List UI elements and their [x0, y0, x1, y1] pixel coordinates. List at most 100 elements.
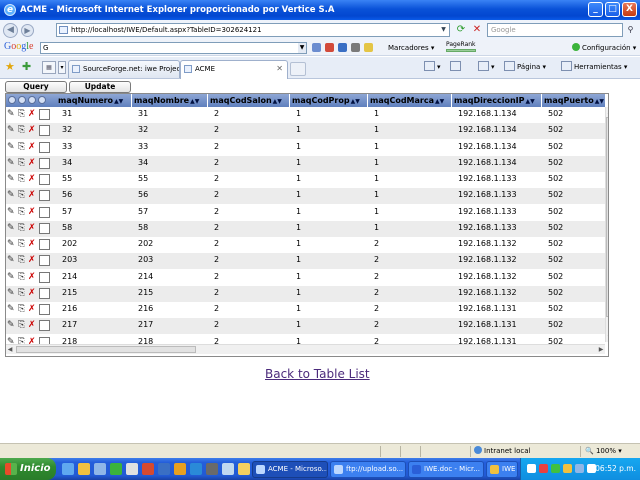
- quicklaunch-app-icon[interactable]: [142, 463, 154, 475]
- column-header[interactable]: maqCodSalon▲▼: [208, 94, 290, 107]
- search-icon[interactable]: ⚲: [625, 24, 636, 35]
- news-icon[interactable]: [325, 43, 334, 52]
- quick-tabs-icon[interactable]: ▦: [42, 61, 56, 74]
- home-button[interactable]: ▾: [424, 61, 441, 74]
- row-checkbox[interactable]: [39, 141, 50, 153]
- delete-icon[interactable]: ✗: [28, 288, 38, 299]
- delete-icon[interactable]: ✗: [28, 239, 38, 250]
- stop-icon[interactable]: ✕: [471, 24, 483, 36]
- taskbar-item-iwe[interactable]: IWE: [486, 461, 518, 478]
- new-row-icon[interactable]: [38, 96, 46, 104]
- refresh-icon[interactable]: [28, 96, 36, 104]
- tray-icon[interactable]: [551, 464, 560, 473]
- copy-icon[interactable]: ⎘: [18, 142, 28, 153]
- row-checkbox[interactable]: [39, 125, 50, 137]
- delete-icon[interactable]: ✗: [28, 320, 38, 331]
- address-bar[interactable]: http://localhost/IWE/Default.aspx?TableI…: [56, 23, 450, 37]
- copy-icon[interactable]: ⎘: [18, 174, 28, 185]
- copy-icon[interactable]: ⎘: [18, 223, 28, 234]
- delete-icon[interactable]: ✗: [28, 174, 38, 185]
- scroll-down-icon[interactable]: ▼: [606, 333, 609, 342]
- row-checkbox[interactable]: [39, 239, 50, 250]
- add-favorites-icon[interactable]: ✚: [22, 61, 31, 73]
- quicklaunch-app-icon[interactable]: [222, 463, 234, 475]
- delete-icon[interactable]: ✗: [28, 223, 38, 234]
- table-row[interactable]: ✎ ⎘ ✗ 215 215 2 1 2 192.168.1.132 502: [6, 285, 606, 302]
- edit-icon[interactable]: ✎: [7, 288, 17, 299]
- column-header[interactable]: maqPuerto▲▼: [542, 94, 606, 107]
- search-web-icon[interactable]: [312, 43, 321, 52]
- globe-icon[interactable]: [338, 43, 347, 52]
- scroll-up-icon[interactable]: ▲: [606, 107, 609, 116]
- copy-icon[interactable]: ⎘: [18, 239, 28, 250]
- delete-icon[interactable]: ✗: [28, 304, 38, 315]
- copy-icon[interactable]: ⎘: [18, 288, 28, 299]
- delete-icon[interactable]: ✗: [28, 109, 38, 120]
- copy-icon[interactable]: ⎘: [18, 320, 28, 331]
- delete-icon[interactable]: ✗: [28, 190, 38, 201]
- quicklaunch-app-icon[interactable]: [158, 463, 170, 475]
- table-row[interactable]: ✎ ⎘ ✗ 55 55 2 1 1 192.168.1.133 502: [6, 172, 606, 188]
- maximize-button[interactable]: □: [605, 2, 620, 17]
- zoom-level[interactable]: 🔍 100% ▾: [585, 445, 622, 457]
- tab-acme[interactable]: ACME ✕: [180, 60, 288, 79]
- row-checkbox[interactable]: [39, 287, 50, 299]
- table-row[interactable]: ✎ ⎘ ✗ 34 34 2 1 1 192.168.1.134 502: [6, 155, 606, 172]
- tray-icon[interactable]: [527, 464, 536, 473]
- security-zone[interactable]: Intranet local: [474, 445, 530, 457]
- edit-icon[interactable]: ✎: [7, 158, 17, 169]
- column-header[interactable]: maqDireccionIP▲▼: [452, 94, 542, 107]
- quicklaunch-app-icon[interactable]: [110, 463, 122, 475]
- delete-icon[interactable]: ✗: [28, 142, 38, 153]
- delete-icon[interactable]: ✗: [28, 272, 38, 283]
- new-tab-button[interactable]: [290, 62, 306, 76]
- table-row[interactable]: ✎ ⎘ ✗ 202 202 2 1 2 192.168.1.132 502: [6, 237, 606, 253]
- sort-icon[interactable]: ▲▼: [595, 98, 604, 105]
- copy-icon[interactable]: ⎘: [18, 158, 28, 169]
- quicklaunch-ie-icon[interactable]: [62, 463, 74, 475]
- sort-icon[interactable]: ▲▼: [114, 98, 123, 105]
- highlight-icon[interactable]: [351, 43, 360, 52]
- table-row[interactable]: ✎ ⎘ ✗ 214 214 2 1 2 192.168.1.132 502: [6, 270, 606, 286]
- copy-icon[interactable]: ⎘: [18, 272, 28, 283]
- back-button[interactable]: ◀: [3, 22, 18, 38]
- column-header[interactable]: maqNumero▲▼: [56, 94, 132, 107]
- back-to-table-list-link[interactable]: Back to Table List: [265, 367, 370, 381]
- quicklaunch-desktop-icon[interactable]: [94, 463, 106, 475]
- edit-icon[interactable]: ✎: [7, 272, 17, 283]
- row-checkbox[interactable]: [39, 222, 50, 234]
- row-checkbox[interactable]: [39, 271, 50, 283]
- scroll-left-icon[interactable]: ◀: [6, 345, 14, 354]
- edit-icon[interactable]: ✎: [7, 125, 17, 136]
- edit-icon[interactable]: ✎: [7, 207, 17, 218]
- table-row[interactable]: ✎ ⎘ ✗ 31 31 2 1 1 192.168.1.134 502: [6, 107, 606, 123]
- close-tab-icon[interactable]: ✕: [276, 61, 283, 77]
- delete-icon[interactable]: ✗: [28, 255, 38, 266]
- copy-icon[interactable]: ⎘: [18, 304, 28, 315]
- row-checkbox[interactable]: [39, 190, 50, 202]
- tray-icon[interactable]: [539, 464, 548, 473]
- filter-icon[interactable]: [18, 96, 26, 104]
- print-button[interactable]: ▾: [478, 61, 495, 74]
- close-button[interactable]: X: [622, 2, 637, 17]
- edit-icon[interactable]: ✎: [7, 304, 17, 315]
- tools-menu-button[interactable]: Herramientas ▾: [561, 61, 627, 74]
- edit-icon[interactable]: ✎: [7, 174, 17, 185]
- quicklaunch-app-icon[interactable]: [126, 463, 138, 475]
- feeds-button[interactable]: [450, 61, 463, 74]
- start-button[interactable]: Inicio: [0, 458, 56, 480]
- copy-icon[interactable]: ⎘: [18, 255, 28, 266]
- chevron-down-icon[interactable]: ▼: [298, 43, 306, 53]
- edit-icon[interactable]: ✎: [7, 255, 17, 266]
- row-checkbox[interactable]: [39, 255, 50, 267]
- quicklaunch-app-icon[interactable]: [190, 463, 202, 475]
- row-checkbox[interactable]: [39, 109, 50, 120]
- table-row[interactable]: ✎ ⎘ ✗ 33 33 2 1 1 192.168.1.134 502: [6, 140, 606, 156]
- select-all-icon[interactable]: [8, 96, 16, 104]
- sort-icon[interactable]: ▲▼: [525, 98, 534, 105]
- taskbar-item-acme[interactable]: ACME - Microso...: [252, 461, 328, 478]
- row-checkbox[interactable]: [39, 174, 50, 185]
- delete-icon[interactable]: ✗: [28, 158, 38, 169]
- speaker-icon[interactable]: [575, 464, 584, 473]
- favorites-star-icon[interactable]: ★: [5, 61, 15, 73]
